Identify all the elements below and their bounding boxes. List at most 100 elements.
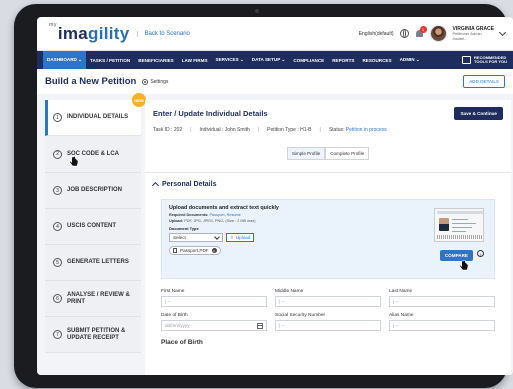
step-label: INDIVIDUAL DETAILS [67, 114, 129, 121]
step-number: 6 [53, 294, 62, 303]
document-type-select[interactable]: Select [169, 233, 223, 242]
task-meta: Task ID : 202 | Individual : John Smith | … [153, 127, 387, 133]
middle-name-label: Middle Name [275, 289, 304, 294]
status-label: Status: [328, 127, 345, 133]
hand-cursor-icon [459, 260, 468, 271]
add-details-button[interactable]: ADD DETAILS [463, 75, 505, 88]
hand-cursor-icon [69, 156, 78, 167]
compare-button[interactable]: COMPARE [439, 250, 473, 261]
step-number: 1 [53, 113, 62, 122]
nav-compliance[interactable]: COMPLIANCE [289, 51, 328, 69]
user-company: Insidel... [452, 35, 468, 41]
task-id: Task ID : 202 [153, 127, 183, 133]
step-soc-code-lca[interactable]: 2 SOC CODE & LCA [45, 136, 141, 173]
personal-details-form: First Name | -- Middle Name | -- Last Na… [145, 279, 511, 331]
steps-sidebar: 1 INDIVIDUAL DETAILS NEW 2 SOC CODE & LC… [45, 93, 146, 375]
step-analyse-review-print[interactable]: 6 ANALYSE / REVIEW & PRINT [45, 281, 141, 317]
last-name-label: Last Name [389, 289, 413, 294]
middle-name-input[interactable]: | -- [275, 296, 381, 307]
upload-format-value: PDF, JPG, JPEG, PNG, (Size : 2 MB max) [184, 219, 256, 223]
globe-icon[interactable] [399, 29, 409, 38]
ssn-input[interactable]: | -- [275, 320, 381, 331]
notification-bell-icon[interactable]: 1 [415, 26, 427, 39]
step-individual-details[interactable]: 1 INDIVIDUAL DETAILS NEW [45, 93, 146, 136]
app-screen: myimagility Back to Scenario English(def… [37, 17, 513, 375]
file-icon [173, 248, 177, 253]
chevron-down-icon[interactable] [498, 28, 507, 36]
settings-toggle[interactable]: Settings [142, 78, 169, 85]
back-to-scenario-link[interactable]: Back to Scenario [136, 30, 190, 37]
chevron-up-icon [151, 181, 160, 190]
notification-count: 1 [419, 26, 427, 33]
step-number: 4 [53, 222, 62, 231]
personal-details-title: Personal Details [162, 180, 217, 188]
section-title: Enter / Update Individual Details [153, 109, 268, 118]
step-number: 7 [53, 330, 62, 339]
required-docs-label: Required Documents: [169, 213, 209, 217]
nav-law-firms[interactable]: LAW FIRMS [178, 51, 212, 69]
chevron-down-icon [214, 233, 220, 240]
ssn-label: Social Security Number [275, 313, 326, 318]
info-icon[interactable]: i [477, 250, 484, 257]
select-value: Select [173, 235, 186, 240]
nav-resources[interactable]: RESOURCES [358, 51, 395, 69]
recommended-tools-button[interactable]: RECOMMENDED TOOLS FOR YOU [462, 55, 507, 65]
step-job-description[interactable]: 3 JOB DESCRIPTION [45, 173, 141, 209]
dob-label: Date of Birth [161, 313, 188, 318]
profile-toggle: Simple Profile Complete Profile [145, 147, 511, 160]
step-generate-letters[interactable]: 5 GENERATE LETTERS [45, 245, 141, 281]
language-selector[interactable]: English(default) [359, 31, 394, 37]
step-submit-petition[interactable]: 7 SUBMIT PETITION & UPDATE RECEIPT [45, 317, 141, 353]
first-name-label: First Name [161, 289, 185, 294]
user-info[interactable]: VIRGINIA GRACE Petitioner Admin Insidel.… [453, 26, 494, 42]
individual-name: Individual : John Smith [199, 127, 250, 133]
passport-preview-image [434, 208, 484, 242]
first-name-input[interactable]: | -- [161, 296, 267, 307]
nav-admin[interactable]: ADMIN ⌄ [396, 51, 424, 69]
upload-format-label: Upload: [169, 219, 184, 223]
avatar[interactable] [429, 25, 447, 42]
step-number: 2 [53, 149, 62, 159]
nav-services[interactable]: SERVICES ⌄ [212, 51, 248, 69]
brand-name: imagility [57, 24, 130, 43]
step-uscis-content[interactable]: 4 USCIS CONTENT [45, 209, 141, 245]
nav-tasks-petition[interactable]: TASKS / PETITION [86, 51, 134, 69]
step-label: GENERATE LETTERS [67, 259, 129, 266]
main-panel: Enter / Update Individual Details Save &… [145, 100, 511, 375]
main-nav: DASHBOARD ⌄ TASKS / PETITION BENEFICIARI… [37, 51, 513, 69]
file-chip-name: Passport.PDF [180, 248, 209, 253]
step-number: 5 [53, 258, 62, 267]
dob-placeholder: dd/mm/yyyy [165, 323, 190, 328]
place-of-birth-heading: Place of Birth [161, 339, 203, 346]
status-value: Petition in process [345, 127, 387, 133]
alias-label: Alias Name [389, 313, 414, 318]
alias-input[interactable]: | -- [389, 320, 495, 331]
save-continue-button[interactable]: Save & Continue [454, 107, 503, 120]
personal-details-header[interactable]: Personal Details [145, 173, 511, 195]
tools-icon [462, 56, 472, 64]
nav-beneficiaries[interactable]: BENEFICIARIES [134, 51, 177, 69]
upload-button[interactable]: ⇧ Upload [226, 233, 255, 242]
step-label: JOB DESCRIPTION [67, 187, 123, 194]
step-label: SUBMIT PETITION & UPDATE RECEIPT [67, 327, 126, 341]
settings-radio-icon [142, 78, 149, 85]
complete-profile-tab[interactable]: Complete Profile [325, 147, 370, 160]
step-label: ANALYSE / REVIEW & PRINT [67, 291, 130, 305]
brand-logo[interactable]: myimagility [49, 23, 130, 43]
nav-dashboard[interactable]: DASHBOARD ⌄ [43, 51, 86, 69]
nav-reports[interactable]: REPORTS [328, 51, 358, 69]
document-upload-panel: Upload documents and extract text quickl… [161, 199, 495, 279]
step-label: USCIS CONTENT [67, 223, 117, 230]
petition-type: Petition Type : H1-B [267, 127, 312, 133]
last-name-input[interactable]: | -- [389, 296, 495, 307]
nav-data-setup[interactable]: DATA SETUP ⌄ [248, 51, 290, 69]
settings-label: Settings [150, 78, 169, 85]
top-bar: myimagility Back to Scenario English(def… [37, 17, 513, 51]
simple-profile-tab[interactable]: Simple Profile [286, 147, 326, 160]
file-chip[interactable]: Passport.PDF × [169, 246, 221, 255]
calendar-icon[interactable] [257, 322, 263, 329]
remove-file-icon[interactable]: × [211, 248, 217, 253]
upload-button-label: Upload [235, 235, 251, 240]
camera-dot [255, 9, 259, 13]
dob-input[interactable]: dd/mm/yyyy [161, 320, 267, 331]
